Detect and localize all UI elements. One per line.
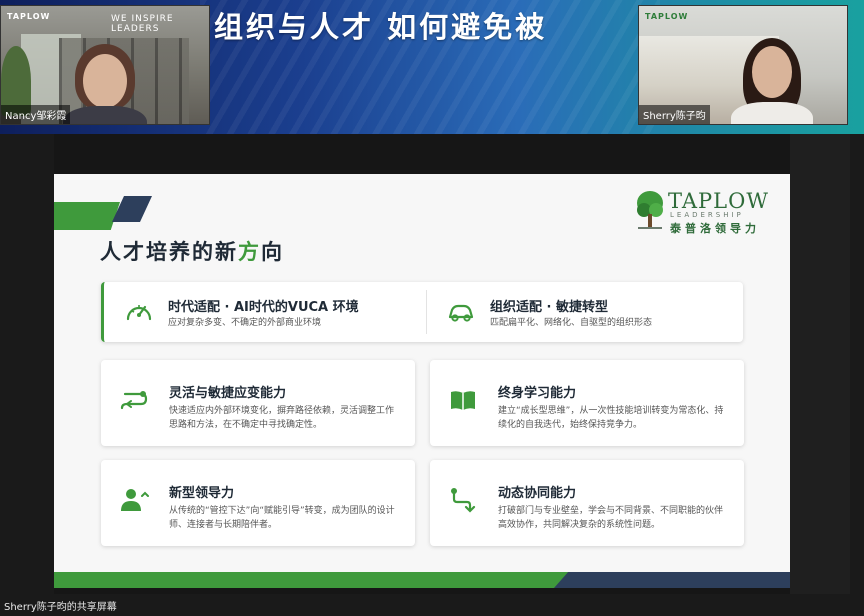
card-description: 建立“成长型思维”，从一次性技能培训转变为常态化、持续化的自我迭代，始终保持竞争…	[498, 406, 724, 430]
card-title: 新型领导力	[169, 486, 235, 501]
shared-screen: 人才培养的新方向 TAPLOW LEADERSHIP 泰普洛领导力 时代适配 ·…	[54, 134, 790, 594]
brand-chinese-name: 泰普洛领导力	[670, 222, 760, 235]
side-panel	[790, 134, 850, 594]
card-title: 终身学习能力	[498, 386, 577, 401]
capability-card: 动态协同能力 打破部门与专业壁垒，学会与不同背景、不同职能的伙伴高效协作，共同解…	[430, 460, 744, 546]
presentation-slide: 人才培养的新方向 TAPLOW LEADERSHIP 泰普洛领导力 时代适配 ·…	[54, 174, 790, 588]
tile-tagline: WE INSPIRE LEADERS	[111, 14, 174, 34]
card-title: 动态协同能力	[498, 486, 577, 501]
tile-logo: TAPLOW	[645, 12, 689, 21]
decor-green-bar	[54, 202, 120, 230]
screen-share-label: Sherry陈子昀的共享屏幕	[0, 594, 864, 616]
card-divider	[426, 290, 427, 334]
card-title: 灵活与敏捷应变能力	[169, 386, 287, 401]
participant-tile-nancy[interactable]: TAPLOW WE INSPIRE LEADERS Nancy邹彩霞	[0, 5, 210, 125]
switch-arrows-icon	[120, 391, 148, 410]
tree-icon	[637, 191, 663, 229]
adaptation-card: 时代适配 · AI时代的VUCA 环境 应对复杂多变、不确定的外部商业环境 组织…	[101, 282, 743, 342]
capability-card: 终身学习能力 建立“成长型思维”，从一次性技能培训转变为常态化、持续化的自我迭代…	[430, 360, 744, 446]
banner-title: 组织与人才 如何避免被	[214, 10, 548, 44]
card-title: 时代适配 · AI时代的VUCA 环境	[168, 300, 359, 315]
capability-card: 灵活与敏捷应变能力 快速适应内外部环境变化，摒弃路径依赖，灵活调整工作思路和方法…	[101, 360, 415, 446]
card-description: 快速适应内外部环境变化，摒弃路径依赖，灵活调整工作思路和方法，在不确定中寻找确定…	[169, 406, 395, 430]
brand-subtitle: LEADERSHIP	[670, 211, 744, 219]
participant-name: Sherry陈子昀	[639, 105, 710, 124]
capability-card: 新型领导力 从传统的“管控下达”向“赋能引导”转变，成为团队的设计师、连接者与长…	[101, 460, 415, 546]
speedometer-icon	[126, 305, 152, 321]
card-title: 组织适配 · 敏捷转型	[490, 300, 608, 315]
card-description: 匹配扁平化、网络化、自驱型的组织形态	[490, 318, 653, 328]
participant-name: Nancy邹彩霞	[1, 105, 71, 124]
decor-bottom-stripe	[54, 566, 790, 588]
slide-title: 人才培养的新方向	[100, 240, 284, 264]
leader-icon	[121, 489, 149, 511]
open-book-icon	[451, 391, 475, 410]
car-icon	[448, 304, 474, 322]
card-description: 从传统的“管控下达”向“赋能引导”转变，成为团队的设计师、连接者与长期陪伴者。	[169, 506, 395, 530]
decor-navy-bar	[112, 196, 152, 222]
card-description: 打破部门与专业壁垒，学会与不同背景、不同职能的伙伴高效协作，共同解决复杂的系统性…	[498, 506, 724, 530]
tile-logo: TAPLOW	[7, 12, 51, 21]
brand-name: TAPLOW	[668, 189, 769, 213]
meeting-banner: 组织与人才 如何避免被 TAPLOW WE INSPIRE LEADERS Na…	[0, 0, 864, 134]
participant-tile-sherry[interactable]: TAPLOW Sherry陈子昀	[638, 5, 848, 125]
share-label-text: Sherry陈子昀的共享屏幕	[4, 602, 117, 613]
brand-logo: TAPLOW LEADERSHIP 泰普洛领导力	[636, 189, 786, 235]
flow-path-icon	[451, 488, 476, 513]
card-description: 应对复杂多变、不确定的外部商业环境	[168, 318, 322, 328]
